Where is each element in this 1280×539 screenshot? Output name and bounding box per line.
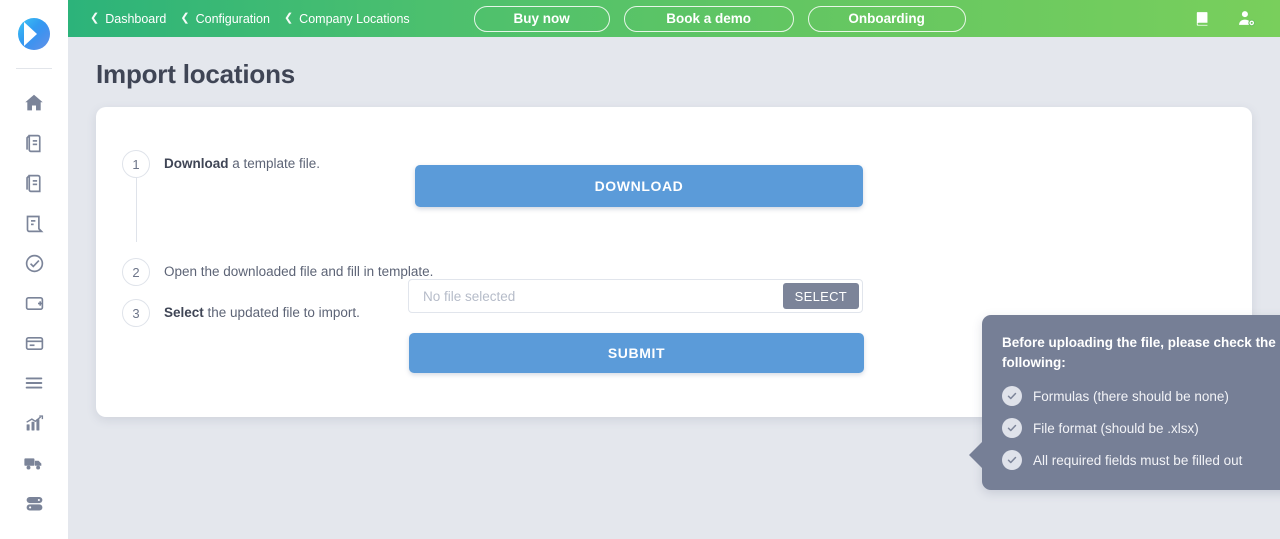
sidebar-item-approvals[interactable] [0, 243, 68, 283]
tooltip-item-label: Formulas (there should be none) [1033, 388, 1229, 404]
check-circle-icon [1002, 418, 1022, 439]
check-circle-icon [1002, 450, 1022, 471]
step-text-3: Select the updated file to import. [164, 299, 360, 320]
download-button[interactable]: DOWNLOAD [415, 165, 863, 207]
step-number-1: 1 [122, 150, 150, 178]
main-area: ❮ Dashboard ❮ Configuration ❮ Company Lo… [68, 0, 1280, 539]
breadcrumb-label: Company Locations [299, 11, 410, 26]
step-number-2: 2 [122, 258, 150, 286]
sidebar-item-server[interactable] [0, 483, 68, 523]
check-circle-icon [1002, 386, 1022, 407]
tooltip-title: Before uploading the file, please check … [1002, 335, 1276, 370]
sidebar-item-home[interactable] [0, 83, 68, 123]
sidebar-item-lists[interactable] [0, 363, 68, 403]
home-icon [23, 92, 45, 114]
topbar: ❮ Dashboard ❮ Configuration ❮ Company Lo… [68, 0, 1280, 37]
chevron-left-icon: ❮ [90, 12, 100, 24]
app-root: ❮ Dashboard ❮ Configuration ❮ Company Lo… [0, 0, 1280, 539]
card-icon [24, 333, 45, 354]
app-logo[interactable] [14, 14, 54, 54]
truck-icon [23, 452, 45, 474]
page-title: Import locations [96, 59, 296, 89]
breadcrumb-item-dashboard[interactable]: ❮ Dashboard [90, 12, 166, 26]
step-text-2-rest: Open the downloaded file and fill in tem… [164, 264, 434, 279]
sidebar [0, 0, 68, 539]
step-text-1: Download a template file. [164, 150, 320, 171]
tooltip-item-label: File format (should be .xlsx) [1033, 420, 1199, 436]
select-file-button[interactable]: SELECT [782, 283, 859, 309]
manual-book-icon[interactable] [1194, 10, 1211, 27]
tooltip-item-file-format: File format (should be .xlsx) [1002, 418, 1280, 439]
sidebar-item-shipping[interactable] [0, 443, 68, 483]
upload-checklist-tooltip: Before uploading the file, please check … [969, 315, 1280, 491]
import-locations-card: 1 Download a template file. 2 Open the d… [96, 107, 1280, 491]
breadcrumb-item-configuration[interactable]: ❮ Configuration [180, 12, 270, 26]
document-alt-icon [24, 173, 45, 194]
wallet-icon [24, 293, 45, 314]
sidebar-item-reports[interactable] [0, 403, 68, 443]
step-text-2: Open the downloaded file and fill in tem… [164, 258, 433, 279]
step-text-1-bold: Download [164, 156, 229, 171]
chevron-left-icon: ❮ [283, 12, 294, 24]
breadcrumb-item-company-locations[interactable]: ❮ Company Locations [284, 12, 410, 26]
sidebar-item-wallet[interactable] [0, 283, 68, 323]
topbar-actions: Buy now Book a demo Onboarding [473, 5, 966, 32]
file-name-display: No file selected [423, 288, 516, 304]
topbar-right-icons [1194, 9, 1266, 28]
check-circle-icon [24, 253, 45, 274]
sidebar-item-documents-alt[interactable] [0, 163, 68, 203]
breadcrumb-label: Configuration [195, 11, 270, 26]
book-a-demo-button[interactable]: Book a demo [623, 5, 794, 32]
content-area: Import locations 1 Download a template f… [68, 37, 1280, 539]
tooltip-item-required-fields: All required fields must be filled out [1002, 450, 1280, 471]
sidebar-item-cards[interactable] [0, 323, 68, 363]
app-logo-icon [18, 18, 50, 50]
sidebar-item-documents[interactable] [0, 123, 68, 163]
sidebar-item-receipts[interactable] [0, 203, 68, 243]
chart-icon [24, 413, 45, 434]
step-text-3-rest: the updated file to import. [203, 305, 360, 320]
chevron-left-icon: ❮ [180, 12, 190, 24]
tooltip-item-label: All required fields must be filled out [1033, 452, 1243, 468]
step-text-3-bold: Select [164, 305, 204, 320]
list-icon [23, 372, 45, 394]
breadcrumb: ❮ Dashboard ❮ Configuration ❮ Company Lo… [90, 12, 410, 26]
document-icon [24, 133, 45, 154]
buy-now-button[interactable]: Buy now [473, 5, 610, 32]
step-number-3: 3 [122, 299, 150, 327]
file-select-field[interactable]: No file selected SELECT [408, 279, 863, 313]
user-settings-icon[interactable] [1237, 9, 1256, 28]
submit-button[interactable]: SUBMIT [409, 333, 864, 373]
breadcrumb-label: Dashboard [105, 11, 167, 26]
onboarding-button[interactable]: Onboarding [807, 5, 966, 32]
step-text-1-rest: a template file. [228, 156, 321, 171]
sidebar-divider [16, 68, 52, 69]
tooltip-item-formulas: Formulas (there should be none) [1002, 386, 1280, 407]
receipt-icon [24, 213, 45, 234]
step-connector-line [136, 176, 137, 242]
server-icon [24, 493, 45, 514]
